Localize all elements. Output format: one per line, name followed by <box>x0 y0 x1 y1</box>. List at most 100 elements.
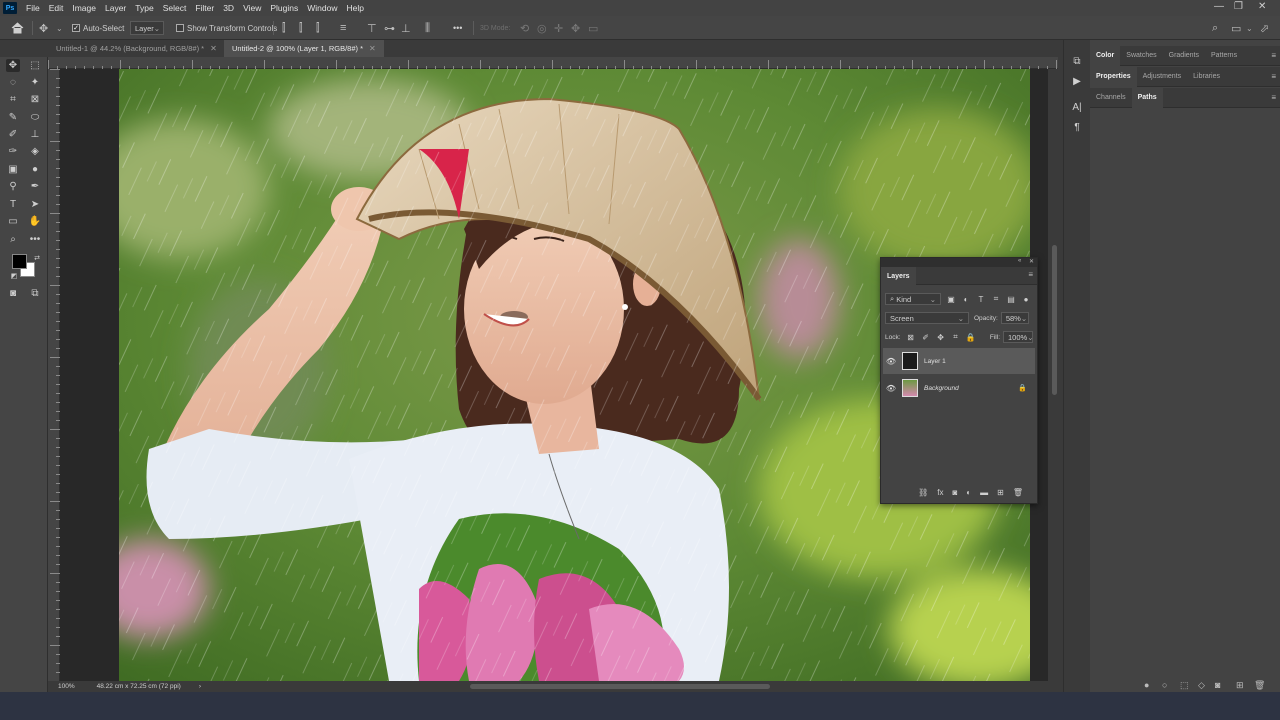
fill-field[interactable]: 100% ⌄ <box>1003 331 1033 343</box>
eye-icon[interactable]: 👁 <box>883 384 899 393</box>
workspace-icon[interactable]: ▭ <box>1231 16 1241 40</box>
align-top-icon[interactable]: ⊤ <box>367 16 377 40</box>
distribute-vertical-icon[interactable]: ⫼ <box>425 16 430 40</box>
fill-path-icon[interactable]: ● <box>1144 680 1149 690</box>
edit-toolbar-icon[interactable]: ••• <box>28 233 42 246</box>
horizontal-scrollbar-thumb[interactable] <box>470 684 770 689</box>
vertical-scrollbar-thumb[interactable] <box>1052 245 1057 395</box>
home-icon[interactable] <box>11 16 24 40</box>
history-icon[interactable]: ⧉ <box>1069 54 1085 68</box>
add-mask-icon[interactable]: ◙ <box>952 488 957 497</box>
clone-stamp-tool-icon[interactable]: ⊥ <box>28 128 42 141</box>
magic-wand-tool-icon[interactable]: ✦ <box>28 76 42 89</box>
restore-button[interactable]: ❐ <box>1234 1 1243 12</box>
filter-shape-icon[interactable]: ⌗ <box>991 294 1001 304</box>
menu-select[interactable]: Select <box>163 3 187 13</box>
share-icon[interactable]: ⬀ <box>1260 16 1269 40</box>
menu-type[interactable]: Type <box>135 3 153 13</box>
close-button[interactable]: ✕ <box>1258 1 1266 12</box>
filter-type-icon[interactable]: T <box>976 294 986 304</box>
fx-icon[interactable]: fx <box>937 488 943 497</box>
minimize-button[interactable]: — <box>1214 1 1224 12</box>
panel-header-bar[interactable]: « ✕ <box>881 258 1037 267</box>
panel-menu-icon[interactable]: ≡ <box>1271 93 1276 102</box>
layer-row-background[interactable]: 👁 Background 🔒 <box>883 375 1035 401</box>
add-mask-icon[interactable]: ◙ <box>1215 680 1220 690</box>
tab-channels[interactable]: Channels <box>1090 88 1132 108</box>
menu-3d[interactable]: 3D <box>223 3 234 13</box>
close-icon[interactable]: ✕ <box>210 44 217 53</box>
panel-menu-icon[interactable]: ≡ <box>1028 270 1033 279</box>
lock-transparent-icon[interactable]: ⊠ <box>906 332 916 342</box>
align-middle-icon[interactable]: ⊶ <box>384 16 395 40</box>
show-transform-controls-checkbox[interactable]: Show Transform Controls <box>176 16 277 40</box>
rectangle-tool-icon[interactable]: ▭ <box>6 215 20 228</box>
lasso-tool-icon[interactable]: ◌ <box>6 76 20 89</box>
pen-tool-icon[interactable]: ✒ <box>28 180 42 193</box>
tab-paths[interactable]: Paths <box>1131 87 1163 108</box>
eyedropper-tool-icon[interactable]: ✎ <box>6 111 20 124</box>
brush-tool-icon[interactable]: ✐ <box>6 128 20 141</box>
menu-filter[interactable]: Filter <box>195 3 214 13</box>
opacity-field[interactable]: 58% ⌄ <box>1000 312 1029 324</box>
tab-swatches[interactable]: Swatches <box>1120 46 1162 66</box>
gradient-tool-icon[interactable]: ▣ <box>6 163 20 176</box>
close-icon[interactable]: ✕ <box>1029 258 1034 265</box>
status-menu-arrow[interactable]: › <box>199 683 201 690</box>
filter-kind-dropdown[interactable]: ⌕ Kind ⌄ <box>885 293 941 305</box>
menu-view[interactable]: View <box>243 3 261 13</box>
paragraph-icon[interactable]: ¶ <box>1069 120 1085 134</box>
auto-select-checkbox[interactable]: ✓ Auto-Select <box>72 16 124 40</box>
menu-edit[interactable]: Edit <box>49 3 64 13</box>
dodge-tool-icon[interactable]: ⚲ <box>6 180 20 193</box>
swap-colors-icon[interactable]: ⇄ <box>30 251 44 264</box>
tab-color[interactable]: Color <box>1090 45 1121 66</box>
hand-tool-icon[interactable]: ✋ <box>28 215 42 228</box>
actions-play-icon[interactable]: ▶ <box>1069 74 1085 88</box>
menu-file[interactable]: File <box>26 3 40 13</box>
tab-layers[interactable]: Layers <box>881 267 916 285</box>
new-group-icon[interactable]: ▬ <box>980 488 988 497</box>
load-selection-icon[interactable]: ⬚ <box>1180 680 1189 691</box>
lock-position-icon[interactable]: ✥ <box>936 332 946 342</box>
menu-image[interactable]: Image <box>72 3 96 13</box>
close-icon[interactable]: ✕ <box>369 44 376 53</box>
auto-select-target-dropdown[interactable]: Layer ⌄ <box>130 16 164 40</box>
tool-preset-dropdown-icon[interactable]: ⌄ <box>56 16 63 40</box>
filter-pixel-icon[interactable]: ▣ <box>946 294 956 304</box>
quick-mask-icon[interactable]: ◙ <box>6 287 20 300</box>
collapse-icon[interactable]: « <box>1018 258 1021 264</box>
distribute-icon[interactable]: ≡ <box>340 16 346 40</box>
filter-adjustment-icon[interactable]: ◐ <box>961 294 971 304</box>
align-bottom-icon[interactable]: ⊥ <box>401 16 411 40</box>
menu-window[interactable]: Window <box>307 3 337 13</box>
tab-properties[interactable]: Properties <box>1090 66 1137 87</box>
lock-artboard-icon[interactable]: ⌗ <box>951 332 961 342</box>
layer-name[interactable]: Background <box>924 385 959 392</box>
filter-toggle-icon[interactable]: ● <box>1021 294 1031 304</box>
screen-mode-icon[interactable]: ⧉ <box>28 287 42 300</box>
workspace-dropdown-icon[interactable]: ⌄ <box>1246 16 1253 40</box>
tab-adjustments[interactable]: Adjustments <box>1137 67 1188 87</box>
healing-brush-tool-icon[interactable]: ⬭ <box>28 111 42 124</box>
foreground-color-swatch[interactable] <box>12 254 27 269</box>
menu-help[interactable]: Help <box>346 3 363 13</box>
panel-menu-icon[interactable]: ≡ <box>1271 72 1276 81</box>
adjustment-layer-icon[interactable]: ◐ <box>966 488 971 497</box>
tab-libraries[interactable]: Libraries <box>1187 67 1226 87</box>
blend-mode-dropdown[interactable]: Screen ⌄ <box>885 312 969 324</box>
layer-name[interactable]: Layer 1 <box>924 358 946 365</box>
delete-path-icon[interactable]: 🗑 <box>1254 680 1265 691</box>
blur-tool-icon[interactable]: ● <box>28 163 42 176</box>
align-right-icon[interactable]: ⫿ <box>316 16 320 40</box>
eraser-tool-icon[interactable]: ◈ <box>28 145 42 158</box>
align-center-icon[interactable]: ⫿ <box>299 16 303 40</box>
tab-untitled-2[interactable]: Untitled-2 @ 100% (Layer 1, RGB/8#) * ✕ <box>224 40 384 57</box>
more-options-button[interactable]: ••• <box>453 16 462 40</box>
default-colors-icon[interactable]: ◩ <box>7 269 21 282</box>
tab-gradients[interactable]: Gradients <box>1163 46 1205 66</box>
type-tool-icon[interactable]: T <box>6 198 20 211</box>
eye-icon[interactable]: 👁 <box>883 357 899 366</box>
crop-tool-icon[interactable]: ⌗ <box>6 93 20 106</box>
lock-image-icon[interactable]: ✐ <box>921 332 931 342</box>
